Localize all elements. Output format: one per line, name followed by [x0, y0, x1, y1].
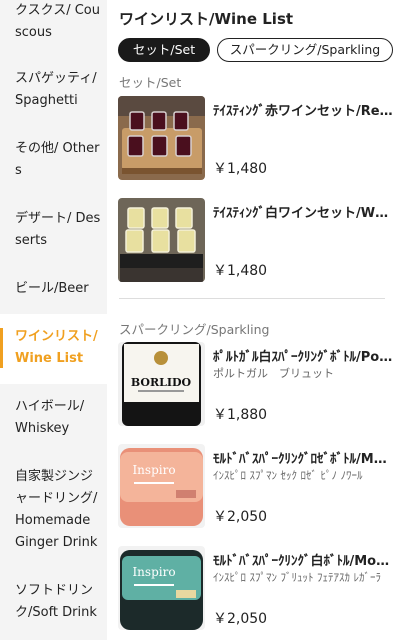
sidebar-item-label: デザート/ Desserts [15, 211, 101, 248]
menu-item-inspiro-white[interactable]: Inspiro ﾓﾙﾄﾞﾊﾞｽﾊﾟｰｸﾘﾝｸﾞ白ﾎﾞﾄﾙ/Moldova Whi… [118, 546, 400, 636]
sidebar-item-label: ハイボール/ Whiskey [15, 399, 85, 436]
section-title-set: セット/Set [119, 75, 182, 90]
item-price: ￥1,880 [213, 407, 268, 423]
sidebar-item-label: ソフトドリンク/Soft Drink [15, 583, 97, 620]
sidebar-item-others[interactable]: その他/ Others [0, 138, 107, 182]
inspiro-rose-bottle-image: Inspiro [118, 444, 205, 528]
sidebar-item-label: その他/ Others [15, 141, 100, 178]
sidebar-item-whiskey[interactable]: ハイボール/ Whiskey [0, 396, 107, 440]
menu-item-inspiro-rose[interactable]: Inspiro ﾓﾙﾄﾞﾊﾞｽﾊﾟｰｸﾘﾝｸﾞﾛｾﾞﾎﾞﾄﾙ/Moldova R… [118, 444, 400, 534]
bottle-label-text: Inspiro [132, 565, 175, 579]
sidebar-item-spaghetti[interactable]: スパゲッティ/ Spaghetti [0, 68, 107, 112]
tab-set[interactable]: セット/Set [118, 38, 210, 62]
bottle-label-text: BORLIDO [131, 376, 192, 389]
section-title-sparkling: スパークリング/Sparkling [119, 322, 270, 337]
bottle-label-text: Inspiro [132, 463, 175, 477]
section-divider [119, 298, 385, 299]
item-subtitle: ｲﾝｽﾋﾟﾛ ｽﾌﾟﾏﾝ ｾｯｸ ﾛｾﾞ ﾋﾟﾉ ﾉﾜｰﾙ [213, 469, 363, 482]
sidebar-item-couscous[interactable]: クスクス/ Couscous [0, 0, 107, 52]
sidebar-item-wine-list[interactable]: ワインリスト/ Wine List [0, 314, 107, 384]
borlido-bottle-image: BORLIDO [118, 342, 205, 426]
sidebar-item-label: 自家製ジンジャードリング/ Homemade Ginger Drink [15, 469, 98, 550]
sidebar-item-desserts[interactable]: デザート/ Desserts [0, 208, 107, 252]
sidebar-item-label: ワインリスト/ Wine List [15, 329, 98, 366]
item-name: ﾓﾙﾄﾞﾊﾞｽﾊﾟｰｸﾘﾝｸﾞﾛｾﾞﾎﾞﾄﾙ/Moldova Rose [213, 452, 393, 467]
menu-item-borlido[interactable]: BORLIDO ﾎﾟﾙﾄｶﾞﾙ白ｽﾊﾟｰｸﾘﾝｸﾞﾎﾞﾄﾙ/Portugal S… [118, 342, 400, 432]
item-price: ￥2,050 [213, 611, 268, 627]
sidebar-item-ginger-drink[interactable]: 自家製ジンジャードリング/ Homemade Ginger Drink [0, 466, 107, 554]
item-subtitle: ｲﾝｽﾋﾟﾛ ｽﾌﾟﾏﾝ ﾌﾞﾘｭｯﾄ ﾌｪﾃｱｽｶ ﾚｶﾞｰﾗ [213, 571, 381, 584]
item-name: ﾃｲｽﾃｨﾝｸﾞ白ワインセット/White Wine Set [213, 206, 393, 221]
sidebar-item-label: スパゲッティ/ Spaghetti [15, 71, 97, 108]
item-price: ￥1,480 [213, 161, 268, 177]
item-price: ￥1,480 [213, 263, 268, 279]
category-sidebar: クスクス/ Couscous スパゲッティ/ Spaghetti その他/ Ot… [0, 0, 107, 640]
tab-sparkling[interactable]: スパークリング/Sparkling [217, 38, 393, 62]
item-name: ﾃｲｽﾃｨﾝｸﾞ赤ワインセット/Red Wine Set [213, 104, 393, 119]
white-wine-set-image [118, 198, 205, 282]
sidebar-item-beer[interactable]: ビール/Beer [0, 278, 107, 300]
menu-item-red-wine-set[interactable]: ﾃｲｽﾃｨﾝｸﾞ赤ワインセット/Red Wine Set ￥1,480 [118, 96, 400, 186]
inspiro-white-bottle-image: Inspiro [118, 546, 205, 630]
red-wine-set-image [118, 96, 205, 180]
menu-content: ワインリスト/Wine List セット/Set スパークリング/Sparkli… [107, 0, 400, 640]
item-subtitle: ポルトガル ブリュット [213, 367, 334, 380]
sidebar-item-label: ビール/Beer [15, 281, 89, 296]
page-title: ワインリスト/Wine List [119, 10, 294, 28]
menu-item-white-wine-set[interactable]: ﾃｲｽﾃｨﾝｸﾞ白ワインセット/White Wine Set ￥1,480 [118, 198, 400, 288]
item-name: ﾓﾙﾄﾞﾊﾞｽﾊﾟｰｸﾘﾝｸﾞ白ﾎﾞﾄﾙ/Moldova White [213, 554, 393, 569]
item-name: ﾎﾟﾙﾄｶﾞﾙ白ｽﾊﾟｰｸﾘﾝｸﾞﾎﾞﾄﾙ/Portugal Sparkling [213, 350, 393, 365]
item-price: ￥2,050 [213, 509, 268, 525]
sidebar-item-label: クスクス/ Couscous [15, 3, 101, 40]
sidebar-item-soft-drink[interactable]: ソフトドリンク/Soft Drink [0, 580, 107, 624]
